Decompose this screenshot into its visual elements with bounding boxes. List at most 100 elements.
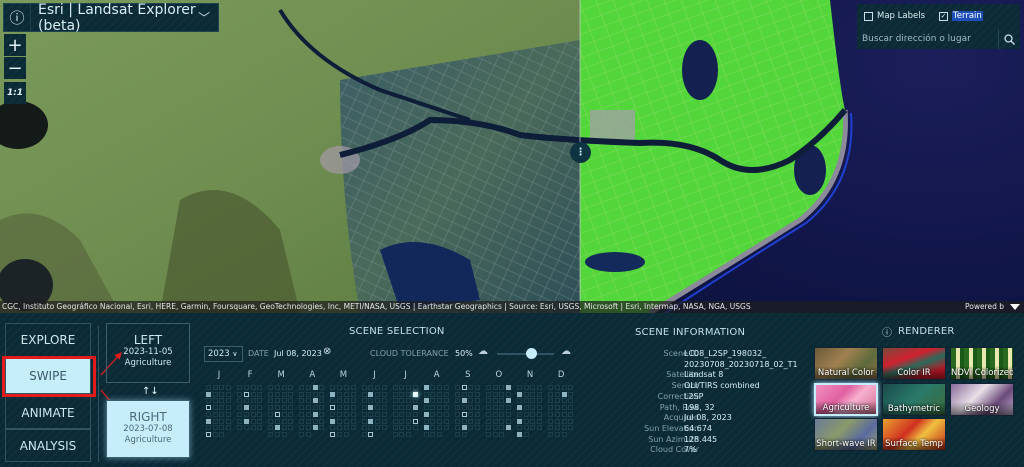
renderer-info-icon[interactable]: ⓘ — [882, 324, 892, 339]
calendar-day — [268, 405, 274, 411]
calendar-day-scene[interactable] — [312, 398, 318, 404]
calendar-day-scene[interactable] — [312, 425, 318, 431]
calendar-day-scene[interactable] — [330, 405, 336, 411]
calendar-day-scene[interactable] — [206, 418, 211, 424]
swap-sides-icon[interactable]: ↑↓ — [142, 386, 159, 397]
calendar-day — [423, 418, 429, 424]
calendar-day — [268, 411, 274, 417]
calendar-day-scene[interactable] — [423, 411, 429, 417]
search-icon[interactable] — [998, 29, 1020, 49]
swipe-handle[interactable]: ⋮ — [570, 142, 591, 163]
calendar-day — [499, 418, 505, 424]
calendar-day — [374, 425, 380, 431]
calendar-day — [281, 391, 287, 397]
calendar-day-scene[interactable] — [517, 418, 522, 424]
month-label: O — [495, 370, 503, 380]
calendar-day — [548, 391, 554, 397]
calendar-day-scene[interactable] — [506, 425, 511, 431]
renderer-geology[interactable]: Geology — [950, 382, 1014, 416]
calendar-day-scene[interactable] — [461, 385, 467, 390]
renderer-color-ir[interactable]: Color IR — [882, 347, 946, 380]
renderer-bathymetric[interactable]: Bathymetric — [882, 382, 946, 416]
calendar-day-scene[interactable] — [243, 405, 249, 411]
zoom-1-1-button[interactable]: 1:1 — [4, 82, 26, 104]
calendar-day — [206, 425, 211, 431]
zoom-in-button[interactable]: + — [4, 34, 26, 56]
calendar-day-scene[interactable] — [206, 431, 211, 437]
calendar-day-scene[interactable] — [206, 391, 211, 397]
calendar-day — [337, 398, 343, 404]
swipe-right-button[interactable]: RIGHT 2023-07-08 Agriculture — [106, 400, 190, 458]
calendar-day-scene[interactable] — [423, 425, 429, 431]
calendar-day-scene[interactable] — [368, 418, 374, 424]
calendar-day-scene[interactable] — [561, 391, 567, 397]
calendar-day — [343, 398, 349, 404]
map-labels-checkbox[interactable]: Map Labels — [864, 11, 925, 21]
calendar-day-scene[interactable] — [330, 431, 336, 437]
cloud-tolerance-slider[interactable] — [497, 348, 554, 359]
calendar-day-selected[interactable] — [412, 391, 418, 397]
calendar-day — [368, 425, 374, 431]
renderer-natural-color[interactable]: Natural Color — [814, 347, 878, 380]
calendar-day — [350, 405, 356, 411]
year-select[interactable]: 2023 ∨ — [204, 346, 243, 362]
calendar-day-scene[interactable] — [461, 398, 467, 404]
calendar-day-scene[interactable] — [368, 391, 374, 397]
app-title-bar[interactable]: ⓘ Esri | Landsat Explorer (beta) ﹀ — [3, 2, 219, 34]
chevron-down-icon[interactable]: ﹀ — [198, 9, 218, 26]
right-label: RIGHT — [129, 410, 167, 424]
date-label: DATE — [248, 349, 269, 358]
calendar-day-scene[interactable] — [330, 418, 336, 424]
calendar-day-scene[interactable] — [517, 431, 522, 437]
calendar-day — [226, 411, 232, 417]
calendar-day-scene[interactable] — [412, 418, 418, 424]
calendar-day-scene[interactable] — [330, 391, 336, 397]
calendar-day — [268, 431, 274, 437]
calendar-day-scene[interactable] — [206, 405, 211, 411]
cloud-tolerance-label: CLOUD TOLERANCE — [370, 349, 449, 358]
calendar-day-scene[interactable] — [412, 405, 418, 411]
calendar-day-scene[interactable] — [423, 398, 429, 404]
calendar-day — [330, 398, 336, 404]
powered-by[interactable]: Powered b — [965, 301, 1004, 313]
calendar-day-scene[interactable] — [461, 425, 467, 431]
calendar-day-scene[interactable] — [243, 418, 249, 424]
info-value: LC08_L2SP_198032_ — [684, 349, 767, 358]
calendar-day-scene[interactable] — [312, 411, 318, 417]
calendar-day — [319, 418, 325, 424]
expand-attribution-icon[interactable] — [1010, 304, 1020, 310]
calendar-day — [361, 411, 367, 417]
renderer-ndvi-colorized[interactable]: NDVI Colorized — [950, 347, 1014, 380]
slider-thumb[interactable] — [526, 348, 537, 359]
renderer-short-wave-ir[interactable]: Short-wave IR — [814, 418, 878, 451]
zoom-out-button[interactable]: − — [4, 57, 26, 79]
calendar-day-scene[interactable] — [423, 385, 429, 390]
renderer-agriculture[interactable]: Agriculture — [814, 382, 878, 416]
calendar-day — [474, 425, 480, 431]
info-icon[interactable]: ⓘ — [4, 4, 31, 31]
calendar-day-scene[interactable] — [506, 398, 511, 404]
calendar-day-scene[interactable] — [368, 431, 374, 437]
calendar-day-scene[interactable] — [312, 385, 318, 390]
calendar-day-scene[interactable] — [517, 405, 522, 411]
calendar-day — [368, 398, 374, 404]
calendar-day-scene[interactable] — [461, 411, 467, 417]
calendar-day-scene[interactable] — [517, 391, 522, 397]
month-label: A — [433, 370, 440, 380]
clear-date-icon[interactable]: ⊗ — [323, 346, 331, 357]
calendar-day-scene[interactable] — [243, 391, 249, 397]
calendar-day — [506, 391, 511, 397]
terrain-checkbox[interactable]: ✓ Terrain — [939, 11, 983, 21]
search-input[interactable]: Buscar dirección o lugar — [857, 28, 1020, 49]
calendar-day-scene[interactable] — [274, 411, 280, 417]
calendar-day — [406, 391, 411, 397]
calendar-day — [219, 385, 225, 390]
calendar-day — [537, 411, 543, 417]
calendar-day-scene[interactable] — [368, 405, 374, 411]
calendar-day-scene[interactable] — [506, 385, 511, 390]
renderer-surface-temp[interactable]: Surface Temp — [882, 418, 946, 451]
calendar-day — [399, 425, 405, 431]
swipe-left-button[interactable]: LEFT 2023-11-05 Agriculture — [106, 323, 190, 383]
calendar-day-scene[interactable] — [274, 425, 280, 431]
calendar-day — [561, 385, 567, 390]
